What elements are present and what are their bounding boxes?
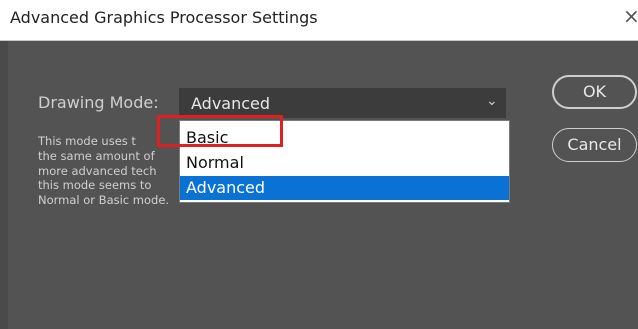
annotation-highlight-box [157,115,283,147]
description-line: Normal or Basic mode. [38,193,170,208]
dropdown-option-advanced[interactable]: Advanced [180,176,509,200]
cancel-button[interactable]: Cancel [552,128,637,162]
drawing-mode-value: Advanced [191,94,271,113]
window-edge [0,41,8,329]
close-icon[interactable]: × [623,6,638,26]
title-bar: Advanced Graphics Processor Settings × [0,0,638,41]
description-line: the same amount of [38,148,155,163]
chevron-down-icon: ⌄ [486,93,498,109]
description-line: more advanced tech [38,163,157,178]
drawing-mode-label: Drawing Mode: [38,93,159,112]
dialog-title: Advanced Graphics Processor Settings [10,8,318,27]
description-line: this mode seems to [38,178,152,193]
drawing-mode-select[interactable]: Advanced ⌄ [179,88,506,118]
ok-button[interactable]: OK [552,75,637,109]
dropdown-option-normal[interactable]: Normal [180,151,509,175]
